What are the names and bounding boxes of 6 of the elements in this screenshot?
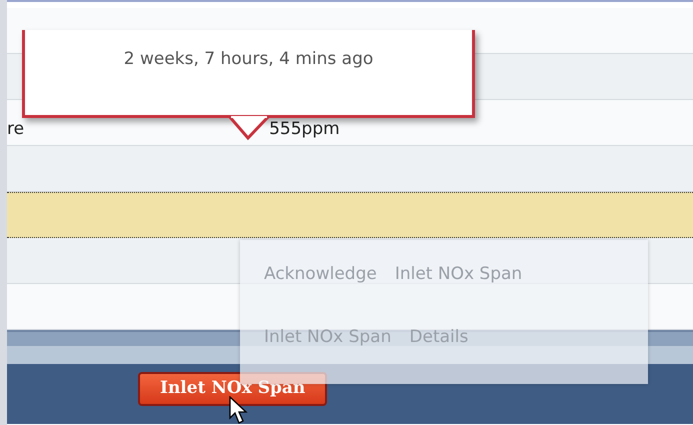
cell-text: re xyxy=(7,118,24,140)
cell-text: 555ppm xyxy=(269,118,340,140)
tooltip-text: 2 weeks, 7 hours, 4 mins ago xyxy=(124,48,374,71)
menu-item[interactable]: Details xyxy=(409,325,468,388)
menu-item[interactable]: Inlet NOx Span xyxy=(394,262,522,325)
menu-item[interactable]: Acknowledge xyxy=(264,262,377,325)
